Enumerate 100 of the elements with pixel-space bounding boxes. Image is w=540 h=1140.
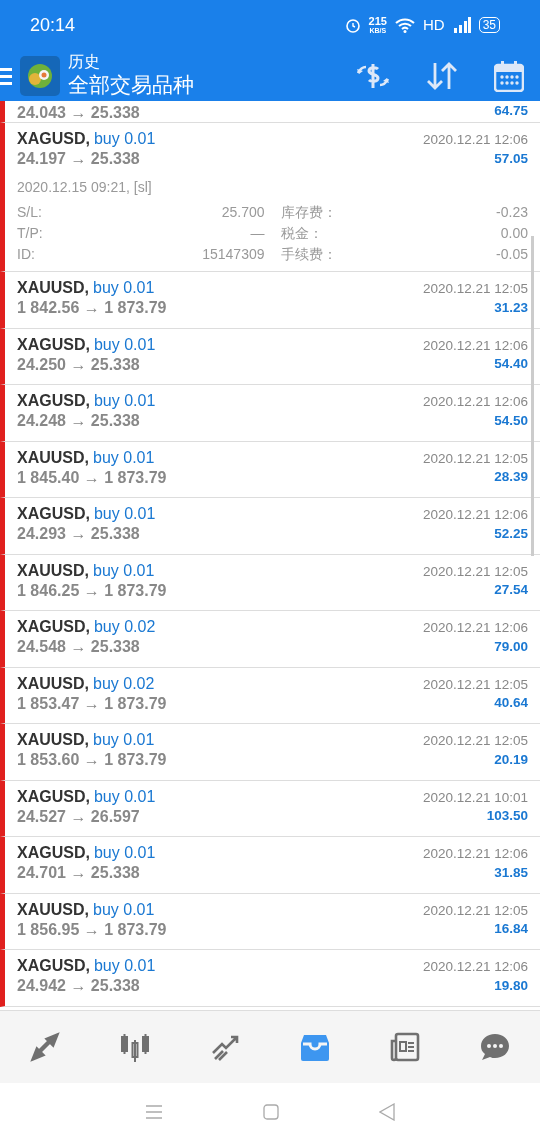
price-range: 1 845.40 → 1 873.79	[17, 467, 167, 488]
profit-value: 52.25	[494, 525, 528, 543]
trade-row[interactable]: XAGUSD, buy 0.01 2020.12.21 12:06 24.701 → 25.338 31.85	[0, 837, 540, 894]
close-time: 2020.12.21 12:05	[422, 281, 528, 298]
close-time: 2020.12.21 12:05	[422, 676, 528, 694]
profit-value: 64.75	[494, 102, 528, 120]
trade-side: buy 0.01	[93, 786, 156, 807]
close-time: 2020.12.21 12:05	[422, 733, 528, 750]
chat-icon[interactable]	[479, 1031, 511, 1063]
open-info: 2020.12.15 09:21, [sl]	[17, 178, 153, 197]
detail-value: -0.05	[496, 245, 528, 264]
close-time: 2020.12.21 12:05	[422, 902, 528, 920]
trade-row[interactable]: XAGUSD, buy 0.01 2020.12.21 10:01 24.527 → 26.597 103.50	[0, 780, 540, 837]
profit-value: 20.19	[494, 751, 528, 769]
price-range: 24.548 → 25.338	[17, 637, 140, 657]
network-speed: 215	[368, 16, 387, 27]
price-range: 24.527 → 26.597	[17, 806, 140, 827]
price-range: 1 846.25 → 1 873.79	[17, 580, 167, 601]
trade-row[interactable]: XAUUSD, buy 0.01 2020.12.21 12:05 1 845.40 → 1 873.79 28.39	[0, 441, 540, 498]
trade-side: buy 0.01	[93, 278, 155, 298]
profit-value: 54.40	[494, 356, 528, 373]
screen-title: 历史	[68, 52, 101, 73]
profit-value: 79.00	[494, 638, 528, 656]
trade-row[interactable]: XAUUSD, buy 0.01 2020.12.21 12:05 1 842.56 → 1 873.79 31.23	[0, 272, 540, 329]
close-time: 2020.12.21 12:06	[422, 132, 528, 149]
trade-row[interactable]: XAGUSD, buy 0.01 2020.12.21 12:06 24.248 → 25.338 54.50	[0, 385, 540, 442]
trade-side: buy 0.01	[93, 334, 156, 355]
trade-symbol: XAGUSD,	[17, 786, 90, 807]
candlestick-icon[interactable]	[119, 1031, 151, 1063]
trade-side: buy 0.01	[93, 899, 155, 920]
price-range: 24.197 → 25.338	[17, 149, 140, 169]
profit-value: 40.64	[494, 695, 528, 712]
trade-side: buy 0.02	[93, 617, 156, 637]
trade-symbol: XAUUSD,	[17, 673, 89, 694]
profit-value: 103.50	[486, 808, 528, 825]
trade-row[interactable]: XAUUSD, buy 0.01 2020.12.21 12:05 1 856.95 → 1 873.79 16.84	[0, 893, 540, 950]
battery-indicator: 35	[478, 17, 500, 33]
close-time: 2020.12.21 12:06	[422, 959, 528, 976]
detail-value: 15147309	[202, 245, 265, 264]
price-range: 24.248 → 25.338	[17, 411, 140, 431]
signal-icon	[452, 17, 471, 33]
close-time: 2020.12.21 10:01	[422, 789, 528, 807]
price-range: 24.250 → 25.338	[17, 354, 140, 375]
alarm-icon	[344, 17, 361, 33]
trade-side: buy 0.01	[93, 447, 155, 468]
detail-label: 库存费：	[280, 203, 337, 222]
close-time: 2020.12.21 12:06	[422, 507, 528, 524]
close-time: 2020.12.21 12:05	[422, 450, 528, 468]
trade-row[interactable]: XAUUSD, buy 0.01 2020.12.21 12:05 1 846.25 → 1 873.79 27.54	[0, 554, 540, 611]
menu-icon[interactable]	[0, 65, 12, 86]
profit-value: 19.80	[494, 977, 528, 995]
detail-label: 税金：	[280, 224, 323, 243]
close-time: 2020.12.21 12:06	[422, 846, 528, 863]
trade-side: buy 0.01	[93, 730, 155, 750]
symbol-filter[interactable]: 全部交易品种	[68, 72, 194, 99]
trade-row[interactable]: XAGUSD, buy 0.01 2020.12.21 12:06 24.293 → 25.338 52.25	[0, 498, 540, 555]
detail-label: S/L:	[17, 203, 42, 222]
trade-symbol: XAUUSD,	[17, 447, 89, 468]
home-icon[interactable]	[263, 1103, 279, 1120]
price-range: 1 856.95 → 1 873.79	[17, 919, 167, 940]
close-time: 2020.12.21 12:06	[422, 337, 528, 355]
price-range: 24.043 → 25.338	[17, 103, 140, 122]
sort-icon[interactable]	[426, 60, 458, 91]
trade-symbol: XAGUSD,	[17, 391, 90, 411]
trade-side: buy 0.01	[93, 956, 156, 976]
trade-symbol: XAGUSD,	[17, 334, 90, 355]
profit-value: 54.50	[494, 412, 528, 430]
detail-value: 0.00	[500, 224, 528, 243]
trade-symbol: XAUUSD,	[17, 730, 89, 750]
trade-row[interactable]: XAUUSD, buy 0.01 2020.12.21 12:05 1 853.60 → 1 873.79 20.19	[0, 724, 540, 781]
trade-side: buy 0.02	[93, 673, 155, 694]
close-time: 2020.12.21 12:06	[422, 620, 528, 637]
trade-symbol: XAUUSD,	[17, 560, 89, 581]
back-icon[interactable]	[379, 1102, 395, 1121]
trade-symbol: XAGUSD,	[17, 843, 90, 863]
price-range: 24.293 → 25.338	[17, 524, 140, 544]
price-range: 24.701 → 25.338	[17, 863, 140, 883]
trade-row[interactable]: XAGUSD, buy 0.02 2020.12.21 12:06 24.548 → 25.338 79.00	[0, 611, 540, 668]
clock-time: 20:14	[30, 13, 76, 37]
detail-label: T/P:	[17, 224, 43, 243]
trade-symbol: XAGUSD,	[17, 617, 90, 637]
price-range: 1 842.56 → 1 873.79	[17, 298, 167, 318]
trade-row[interactable]: XAGUSD, buy 0.01 2020.12.21 12:06 24.197 → 25.338 57.05 2020.12.15 09:21, [sl] S/L: 25.700 库存费： -0.23 T/P: — 税金： 0.00 ID: 15147309 手续费： -0.05	[0, 123, 540, 272]
trade-row[interactable]: XAUUSD, buy 0.02 2020.12.21 12:05 1 853.47 → 1 873.79 40.64	[0, 667, 540, 724]
menu-icon[interactable]	[145, 1103, 163, 1120]
detail-label: ID:	[17, 245, 35, 264]
trade-row[interactable]: XAGUSD, buy 0.01 2020.12.21 12:06 24.250 → 25.338 54.40	[0, 328, 540, 385]
trade-symbol: XAGUSD,	[17, 956, 90, 976]
trade-symbol: XAUUSD,	[17, 899, 89, 920]
close-time: 2020.12.21 12:06	[422, 394, 528, 411]
arrows-icon[interactable]	[29, 1031, 61, 1063]
newspaper-icon[interactable]	[389, 1031, 421, 1063]
calendar-icon[interactable]	[494, 59, 524, 92]
trade-symbol: XAGUSD,	[17, 504, 90, 524]
price-range: 1 853.47 → 1 873.79	[17, 693, 167, 714]
trade-symbol: XAGUSD,	[17, 129, 90, 149]
detail-value: —	[250, 224, 265, 243]
detail-value: -0.23	[496, 203, 528, 222]
profit-value: 28.39	[494, 469, 528, 486]
trade-side: buy 0.01	[93, 504, 156, 524]
